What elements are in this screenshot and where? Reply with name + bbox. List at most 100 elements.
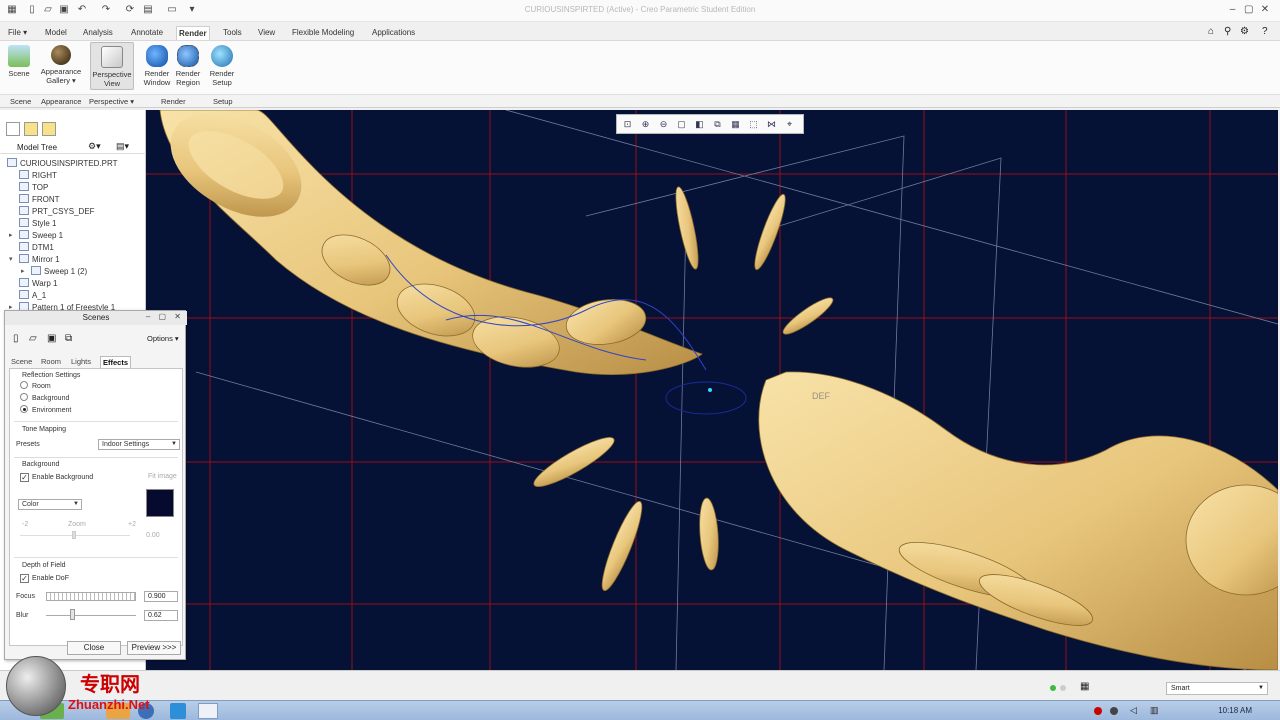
taskbar-app-icon[interactable] <box>170 703 186 719</box>
tree-settings-icon[interactable]: ⚙▾ <box>88 141 101 152</box>
display-style-icon[interactable]: ◧ <box>693 118 706 131</box>
background-type-select[interactable]: Color ▼ <box>18 499 82 510</box>
dialog-maximize-button[interactable]: ▢ <box>159 312 167 321</box>
tab-analysis[interactable]: Analysis <box>81 26 115 40</box>
tree-item[interactable]: DTM1 <box>19 242 54 254</box>
tree-item[interactable]: ▸ Sweep 1 (2) <box>21 266 87 278</box>
tab-lights[interactable]: Lights <box>71 356 91 368</box>
expand-toggle-icon[interactable]: ▾ <box>9 254 13 266</box>
tab-effects[interactable]: Effects <box>100 356 132 368</box>
group-scene[interactable]: Scene <box>10 97 31 106</box>
group-appearance[interactable]: Appearance <box>41 97 81 106</box>
tree-item[interactable]: A_1 <box>19 290 46 302</box>
tree-item[interactable]: RIGHT <box>19 170 57 182</box>
enable-dof-checkbox[interactable]: ✓ Enable DoF <box>20 574 69 584</box>
tree-item[interactable]: Warp 1 <box>19 278 58 290</box>
blur-slider-handle[interactable] <box>70 609 75 620</box>
zoom-in-icon[interactable]: ⊕ <box>639 118 652 131</box>
settings-icon[interactable]: ⚙ <box>1240 26 1249 37</box>
reflection-background-radio[interactable]: Background <box>20 393 69 403</box>
volume-icon[interactable]: ◁ <box>1130 705 1137 716</box>
enable-background-checkbox[interactable]: ✓ Enable Background <box>20 473 93 483</box>
tree-item[interactable]: PRT_CSYS_DEF <box>19 206 95 218</box>
blur-input[interactable]: 0.62 <box>144 610 178 621</box>
copy-scene-icon[interactable]: ⧉ <box>65 333 72 344</box>
maximize-button[interactable]: ▢ <box>1242 4 1256 15</box>
save-scene-icon[interactable]: ▣ <box>47 333 56 344</box>
tree-item[interactable]: FRONT <box>19 194 60 206</box>
help-question-icon[interactable]: ? <box>1262 26 1268 37</box>
presets-select[interactable]: Indoor Settings ▼ <box>98 439 180 450</box>
perspective-icon[interactable]: ⬚ <box>747 118 760 131</box>
tab-tools[interactable]: Tools <box>221 26 244 40</box>
minimize-button[interactable]: – <box>1226 4 1240 15</box>
divider <box>14 457 178 458</box>
expand-toggle-icon[interactable]: ▸ <box>9 230 13 242</box>
blur-slider-track[interactable] <box>46 615 136 616</box>
dialog-minimize-button[interactable]: – <box>146 312 150 321</box>
scene-button[interactable]: Scene <box>6 45 32 78</box>
checkbox-checked-icon: ✓ <box>20 473 29 482</box>
new-scene-icon[interactable]: ▯ <box>13 333 19 344</box>
network-icon[interactable]: ▥ <box>1150 705 1159 716</box>
tab-file[interactable]: File ▾ <box>6 26 29 40</box>
zoom-slider-handle[interactable] <box>72 531 76 539</box>
selection-filter-select[interactable]: Smart ▼ <box>1166 682 1268 695</box>
tree-item[interactable]: CURIOUSINSPIRTED.PRT <box>7 158 118 170</box>
taskbar-app-icon[interactable] <box>198 703 218 719</box>
tab-annotate[interactable]: Annotate <box>129 26 165 40</box>
expand-toggle-icon[interactable]: ▸ <box>21 266 25 278</box>
selection-filter-icon[interactable]: ▦ <box>1080 681 1089 692</box>
tab-model[interactable]: Model <box>43 26 69 40</box>
background-color-swatch[interactable] <box>146 489 174 517</box>
render-window-button[interactable]: Render Window <box>142 45 172 87</box>
reflection-settings-heading: Reflection Settings <box>22 372 81 379</box>
close-window-button[interactable]: ✕ <box>1258 4 1272 15</box>
repaint-icon[interactable]: ▢ <box>675 118 688 131</box>
focus-input[interactable]: 0.900 <box>144 591 178 602</box>
render-setup-button[interactable]: Render Setup <box>207 45 237 87</box>
ribbon-tabs: File ▾ Model Analysis Annotate Render To… <box>0 26 1280 40</box>
saved-orientations-icon[interactable]: ⧉ <box>711 118 724 131</box>
model-tree-tab-icon[interactable] <box>6 122 20 136</box>
tab-view[interactable]: View <box>256 26 277 40</box>
refit-icon[interactable]: ⊡ <box>621 118 634 131</box>
group-perspective[interactable]: Perspective ▾ <box>89 97 134 106</box>
focus-slider[interactable] <box>46 592 136 601</box>
dialog-close-icon[interactable]: ✕ <box>174 312 181 321</box>
tree-item[interactable]: TOP <box>19 182 48 194</box>
preview-button[interactable]: Preview >>> <box>127 641 181 655</box>
view-manager-icon[interactable]: ▦ <box>729 118 742 131</box>
render-region-button[interactable]: Render Region <box>173 45 203 87</box>
open-scene-icon[interactable]: ▱ <box>29 333 37 344</box>
close-button[interactable]: Close <box>67 641 121 655</box>
tray-icon[interactable] <box>1094 707 1102 715</box>
tab-render[interactable]: Render <box>176 26 210 40</box>
search-icon[interactable]: ⚲ <box>1224 26 1231 37</box>
graphics-window[interactable]: DEF <box>146 110 1278 670</box>
tree-item[interactable]: ▾ Mirror 1 <box>9 254 60 266</box>
tree-item[interactable]: ▸ Sweep 1 <box>9 230 63 242</box>
annotation-display-icon[interactable]: ⌖ <box>783 118 796 131</box>
window-controls: – ▢ ✕ <box>1226 4 1272 15</box>
fit-image-label: Fit image <box>148 473 177 480</box>
tree-columns-icon[interactable]: ▤▾ <box>116 141 129 152</box>
perspective-view-button[interactable]: Perspective View <box>90 42 134 90</box>
tab-applications[interactable]: Applications <box>370 26 417 40</box>
tab-flexible-modeling[interactable]: Flexible Modeling <box>290 26 356 40</box>
tree-item-label: TOP <box>32 183 49 192</box>
zoom-out-icon[interactable]: ⊖ <box>657 118 670 131</box>
model-viewport-drawing[interactable]: DEF <box>146 110 1278 670</box>
reflection-room-radio[interactable]: Room <box>20 381 51 391</box>
tree-item[interactable]: Style 1 <box>19 218 56 230</box>
appearance-gallery-button[interactable]: Appearance Gallery ▾ <box>38 45 84 85</box>
help-icon[interactable]: ⌂ <box>1208 26 1214 37</box>
tab-scene[interactable]: Scene <box>11 356 32 368</box>
folder-browser-tab-icon[interactable] <box>24 122 38 136</box>
tab-room[interactable]: Room <box>41 356 61 368</box>
options-menu[interactable]: Options ▾ <box>147 334 179 343</box>
tray-icon[interactable] <box>1110 707 1118 715</box>
reflection-environment-radio[interactable]: Environment <box>20 405 71 415</box>
favorites-tab-icon[interactable] <box>42 122 56 136</box>
datum-display-icon[interactable]: ⋈ <box>765 118 778 131</box>
